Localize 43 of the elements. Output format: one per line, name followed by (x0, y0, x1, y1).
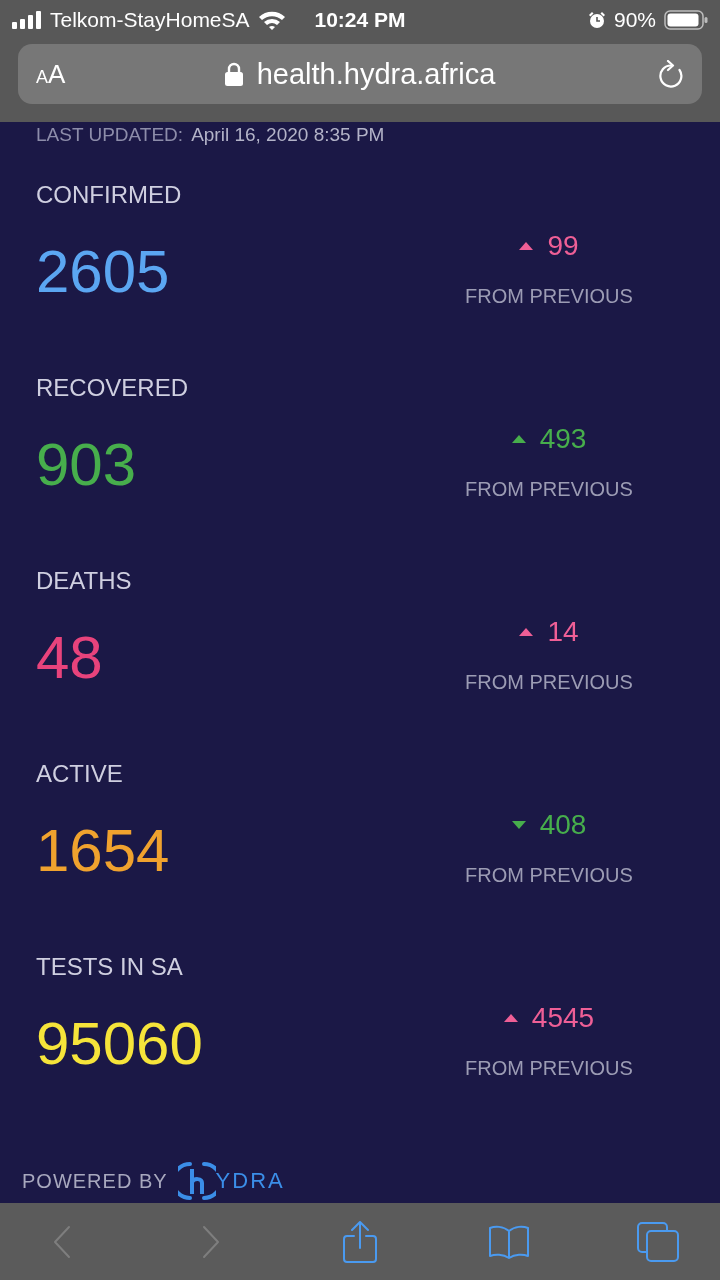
change-caption: FROM PREVIOUS (465, 477, 633, 501)
chevron-right-icon (202, 1224, 220, 1259)
last-updated-label: LAST UPDATED: (36, 124, 184, 146)
stat-value: 2605 (36, 238, 170, 306)
text-size-button[interactable]: AA (36, 59, 66, 89)
powered-by-text: POWERED BY (22, 1169, 168, 1193)
carrier-name: Telkom-StayHomeSA (50, 7, 250, 34)
stat-label: RECOVERED (36, 373, 189, 403)
clock-time: 10:24 PM (314, 7, 406, 34)
logo-icon (177, 1161, 216, 1201)
battery-percent: 90% (614, 7, 656, 34)
tabs-icon (637, 1221, 679, 1262)
reload-button[interactable] (658, 60, 684, 88)
signal-bars-icon (12, 11, 42, 29)
address-bar[interactable]: AA health.hydra.africa (18, 44, 702, 104)
open-book-icon (489, 1224, 529, 1259)
change-value: 4545 (531, 1002, 595, 1034)
change-value: 14 (547, 616, 579, 648)
stat-value: 48 (36, 624, 103, 692)
change-caption: FROM PREVIOUS (465, 284, 633, 308)
change-value: 408 (539, 809, 587, 841)
lock-icon (224, 62, 243, 86)
change-caption: FROM PREVIOUS (465, 670, 633, 694)
wifi-icon (257, 10, 286, 30)
stat-label: CONFIRMED (36, 180, 182, 210)
change-caption: FROM PREVIOUS (465, 1056, 633, 1080)
stat-value: 903 (36, 431, 137, 499)
stat-label: DEATHS (36, 566, 132, 596)
stat-label: ACTIVE (36, 759, 123, 789)
logo-text: YDRA (215, 1168, 285, 1194)
change-caption: FROM PREVIOUS (465, 863, 633, 887)
stat-value: 95060 (36, 1010, 203, 1078)
change-value: 493 (539, 423, 587, 455)
change-value: 99 (547, 230, 579, 262)
chevron-left-icon (53, 1224, 71, 1259)
stat-value: 1654 (36, 817, 170, 885)
stat-label: TESTS IN SA (36, 952, 183, 982)
battery-icon (664, 10, 708, 30)
url-text: health.hydra.africa (256, 57, 496, 91)
share-icon (343, 1220, 377, 1263)
reload-icon (658, 60, 684, 88)
last-updated-date: April 16, 2020 8:35 PM (191, 124, 385, 146)
alarm-clock-icon (588, 11, 606, 29)
